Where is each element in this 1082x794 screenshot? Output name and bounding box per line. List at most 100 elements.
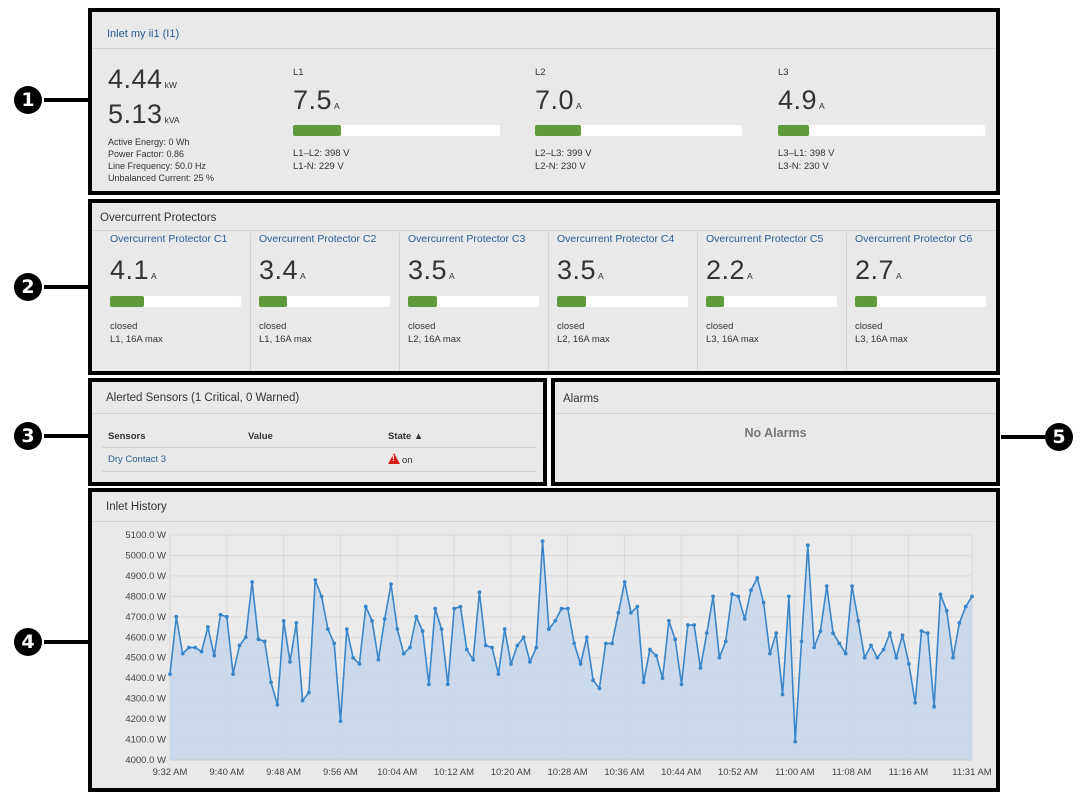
data-point[interactable] — [591, 678, 596, 683]
data-point[interactable] — [427, 682, 431, 687]
data-point[interactable] — [654, 653, 659, 658]
table-row[interactable]: Dry Contact 3 ! on — [102, 447, 537, 472]
data-point[interactable] — [584, 635, 589, 640]
data-point[interactable] — [199, 649, 204, 654]
data-point[interactable] — [742, 616, 747, 621]
data-point[interactable] — [313, 578, 318, 582]
data-point[interactable] — [528, 659, 532, 664]
data-point[interactable] — [900, 633, 905, 638]
data-point[interactable] — [768, 651, 772, 656]
data-point[interactable] — [382, 616, 387, 621]
data-point[interactable] — [774, 631, 779, 636]
data-point[interactable] — [414, 614, 419, 619]
data-point[interactable] — [275, 702, 280, 707]
data-point[interactable] — [704, 631, 709, 636]
data-point[interactable] — [250, 580, 254, 584]
data-point[interactable] — [641, 680, 646, 685]
data-point[interactable] — [212, 653, 217, 658]
data-point[interactable] — [831, 631, 835, 636]
data-point[interactable] — [629, 610, 633, 615]
data-point[interactable] — [812, 645, 817, 650]
data-point[interactable] — [799, 639, 804, 644]
ocp-name-link[interactable]: Overcurrent Protector C1 — [110, 233, 227, 245]
data-point[interactable] — [288, 659, 292, 664]
data-point[interactable] — [932, 704, 937, 709]
data-point[interactable] — [464, 647, 469, 652]
data-point[interactable] — [546, 627, 551, 631]
data-point[interactable] — [856, 619, 861, 623]
data-point[interactable] — [875, 655, 880, 660]
data-point[interactable] — [490, 645, 494, 650]
data-point[interactable] — [622, 580, 627, 584]
data-point[interactable] — [401, 651, 406, 656]
data-point[interactable] — [496, 672, 501, 676]
data-point[interactable] — [193, 645, 198, 650]
data-point[interactable] — [698, 666, 703, 670]
data-point[interactable] — [458, 604, 463, 609]
data-point[interactable] — [673, 637, 678, 642]
data-point[interactable] — [319, 594, 324, 599]
data-point[interactable] — [370, 619, 374, 623]
data-point[interactable] — [711, 594, 715, 599]
data-point[interactable] — [970, 594, 974, 599]
data-point[interactable] — [938, 592, 943, 597]
data-point[interactable] — [755, 576, 760, 580]
data-point[interactable] — [919, 629, 924, 634]
data-point[interactable] — [559, 606, 564, 611]
data-point[interactable] — [692, 623, 697, 627]
data-point[interactable] — [357, 661, 362, 666]
data-point[interactable] — [761, 600, 766, 605]
data-point[interactable] — [850, 584, 854, 589]
data-point[interactable] — [805, 543, 810, 548]
data-point[interactable] — [913, 700, 918, 705]
data-point[interactable] — [603, 641, 608, 646]
data-point[interactable] — [256, 637, 261, 642]
data-point[interactable] — [325, 627, 330, 631]
data-point[interactable] — [294, 621, 299, 625]
data-point[interactable] — [445, 682, 450, 687]
data-point[interactable] — [389, 582, 393, 586]
data-point[interactable] — [281, 619, 286, 623]
data-point[interactable] — [439, 627, 444, 631]
inlet-title-link[interactable]: Inlet my ii1 (I1) — [107, 28, 179, 40]
data-point[interactable] — [818, 629, 823, 634]
column-header-sensors[interactable]: Sensors — [102, 426, 242, 448]
data-point[interactable] — [793, 739, 798, 744]
data-point[interactable] — [736, 594, 741, 599]
inlet-history-chart[interactable]: 4000.0 W 4100.0 W 4200.0 W 4300.0 W 4400.0 W… — [92, 522, 996, 788]
ocp-name-link[interactable]: Overcurrent Protector C5 — [706, 233, 823, 245]
data-point[interactable] — [180, 651, 185, 656]
data-point[interactable] — [351, 655, 356, 660]
ocp-name-link[interactable]: Overcurrent Protector C2 — [259, 233, 376, 245]
data-point[interactable] — [957, 621, 962, 625]
data-point[interactable] — [660, 676, 665, 681]
data-point[interactable] — [395, 627, 400, 631]
data-point[interactable] — [420, 629, 425, 634]
data-point[interactable] — [685, 623, 690, 627]
data-point[interactable] — [477, 590, 482, 595]
data-point[interactable] — [231, 672, 236, 676]
data-point[interactable] — [483, 643, 488, 648]
data-point[interactable] — [578, 661, 583, 666]
column-header-value[interactable]: Value — [242, 426, 382, 448]
data-point[interactable] — [862, 655, 867, 660]
data-point[interactable] — [843, 651, 848, 656]
data-point[interactable] — [963, 604, 968, 609]
ocp-name-link[interactable]: Overcurrent Protector C6 — [855, 233, 972, 245]
data-point[interactable] — [824, 584, 829, 589]
column-header-state[interactable]: State ▲ — [382, 426, 537, 448]
data-point[interactable] — [218, 612, 223, 617]
sensor-name-link[interactable]: Dry Contact 3 — [102, 447, 242, 472]
data-point[interactable] — [376, 657, 381, 662]
data-point[interactable] — [837, 641, 842, 646]
data-point[interactable] — [679, 682, 684, 687]
data-point[interactable] — [894, 655, 899, 660]
data-point[interactable] — [363, 604, 368, 609]
data-point[interactable] — [565, 606, 570, 611]
data-point[interactable] — [187, 645, 191, 650]
data-point[interactable] — [174, 614, 179, 619]
data-point[interactable] — [925, 631, 930, 636]
data-point[interactable] — [553, 619, 558, 623]
data-point[interactable] — [515, 643, 520, 648]
ocp-name-link[interactable]: Overcurrent Protector C3 — [408, 233, 525, 245]
